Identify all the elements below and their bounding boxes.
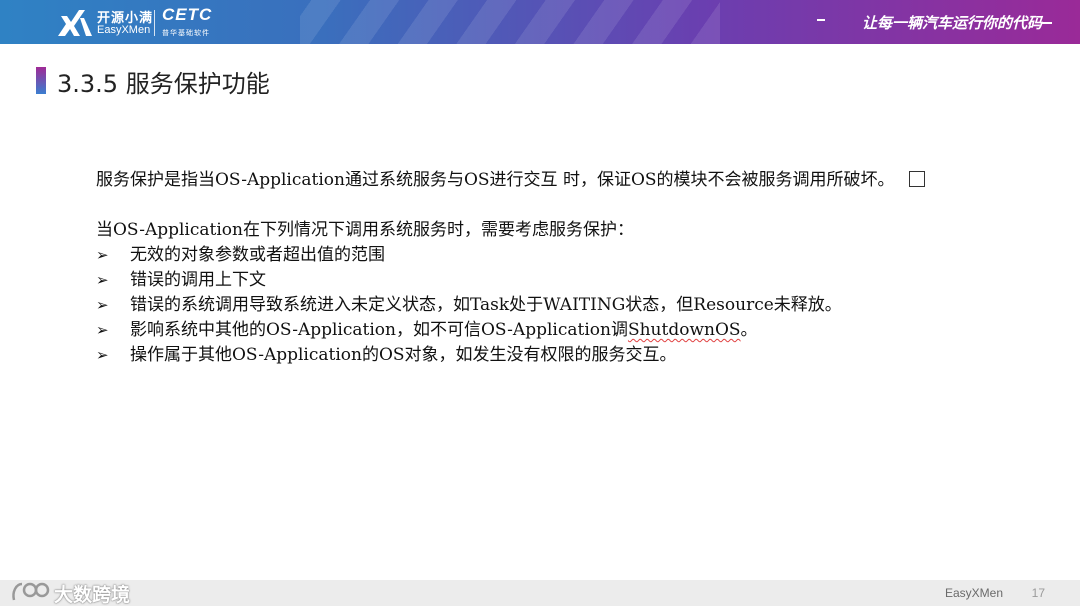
slide-title: 3.3.5 服务保护功能 [57, 70, 270, 98]
arrow-bullet-icon: ➢ [96, 321, 109, 339]
list-item-text: 操作属于其他OS-Application的OS对象，如发生没有权限的服务交互。 [130, 345, 677, 365]
slogan: 让每一辆汽车运行你的代码 [861, 14, 1042, 32]
easyxmen-logo-icon [58, 10, 92, 36]
arrow-bullet-icon: ➢ [96, 271, 109, 289]
partner-logo: CETC [162, 5, 213, 24]
watermark-logo-icon [12, 582, 50, 601]
intro-paragraph: 服务保护是指当OS-Application通过系统服务与OS进行交互 时，保证O… [96, 168, 996, 193]
list-item: ➢ 错误的系统调用导致系统进入未定义状态，如Task处于WAITING状态，但R… [96, 293, 996, 318]
slogan-dash-left [817, 19, 825, 21]
logo-english-name: EasyXMen [97, 24, 151, 36]
slogan-dash-right [1042, 22, 1052, 24]
footer-bar: EasyXMen 17 [0, 580, 1080, 606]
title-accent-bar [36, 67, 46, 94]
list-item-text: 错误的调用上下文 [130, 270, 266, 290]
list-item-text: 错误的系统调用导致系统进入未定义状态，如Task处于WAITING状态，但Res… [130, 295, 842, 315]
watermark-text: 大数跨境 [54, 584, 131, 606]
list-item: ➢ 无效的对象参数或者超出值的范围 [96, 243, 996, 268]
arrow-bullet-icon: ➢ [96, 296, 109, 314]
arrow-bullet-icon: ➢ [96, 346, 109, 364]
list-item-text: 无效的对象参数或者超出值的范围 [130, 245, 385, 265]
slide-content: 服务保护是指当OS-Application通过系统服务与OS进行交互 时，保证O… [96, 168, 996, 368]
arrow-bullet-icon: ➢ [96, 246, 109, 264]
footer-brand: EasyXMen [944, 586, 1003, 600]
logo-divider [154, 10, 155, 36]
spellcheck-underlined-term: ShutdownOS [627, 320, 741, 340]
checkbox-icon [908, 171, 925, 187]
banner-decoration [300, 0, 720, 44]
list-item: ➢ 错误的调用上下文 [96, 268, 996, 293]
header-banner: 开源小满 EasyXMen CETC 普华基础软件 让每一辆汽车运行你的代码 [0, 0, 1080, 44]
list-item: ➢ 影响系统中其他的OS-Application，如不可信OS-Applicat… [96, 318, 996, 343]
list-item-text-part: 影响系统中其他的OS-Application，如不可信OS-Applicatio… [130, 320, 628, 340]
intro-text: 服务保护是指当OS-Application通过系统服务与OS进行交互 时，保证O… [96, 170, 895, 190]
partner-subtitle: 普华基础软件 [162, 29, 210, 37]
list-item: ➢ 操作属于其他OS-Application的OS对象，如发生没有权限的服务交互… [96, 343, 996, 368]
list-item-text: 影响系统中其他的OS-Application，如不可信OS-Applicatio… [130, 318, 758, 343]
page-number: 17 [1031, 586, 1045, 600]
list-item-text-part: 。 [740, 320, 758, 340]
lead-paragraph: 当OS-Application在下列情况下调用系统服务时，需要考虑服务保护： [96, 220, 634, 240]
